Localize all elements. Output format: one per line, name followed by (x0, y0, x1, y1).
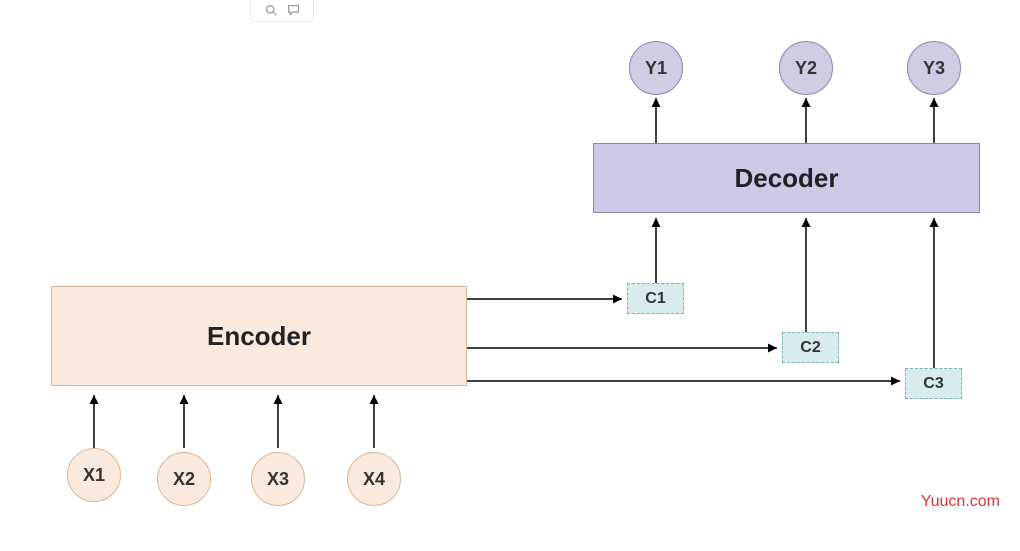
node-label: Y3 (923, 58, 945, 79)
node-label: X4 (363, 469, 385, 490)
input-node-x4: X4 (347, 452, 401, 506)
comment-icon[interactable] (286, 4, 300, 18)
node-label: Y2 (795, 58, 817, 79)
node-label: X2 (173, 469, 195, 490)
output-node-y3: Y3 (907, 41, 961, 95)
image-toolbar (250, 0, 314, 22)
input-node-x2: X2 (157, 452, 211, 506)
context-label: C2 (800, 339, 820, 357)
input-node-x1: X1 (67, 448, 121, 502)
context-label: C1 (645, 290, 665, 308)
search-icon[interactable] (264, 4, 278, 18)
output-node-y2: Y2 (779, 41, 833, 95)
node-label: X3 (267, 469, 289, 490)
encoder-label: Encoder (207, 321, 311, 352)
node-label: Y1 (645, 58, 667, 79)
decoder-label: Decoder (734, 163, 838, 194)
context-box-c1: C1 (627, 283, 684, 314)
diagram-arrows (0, 0, 1020, 551)
encoder-block: Encoder (51, 286, 467, 386)
context-box-c2: C2 (782, 332, 839, 363)
context-box-c3: C3 (905, 368, 962, 399)
output-node-y1: Y1 (629, 41, 683, 95)
decoder-block: Decoder (593, 143, 980, 213)
context-label: C3 (923, 375, 943, 393)
input-node-x3: X3 (251, 452, 305, 506)
node-label: X1 (83, 465, 105, 486)
watermark-text: Yuucn.com (921, 493, 1000, 511)
